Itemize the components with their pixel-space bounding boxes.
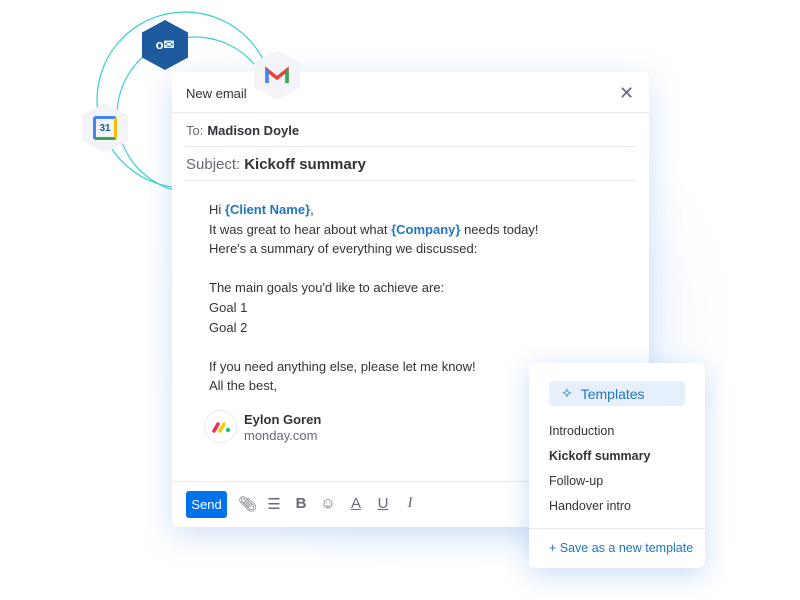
to-value: Madison Doyle — [207, 123, 300, 138]
subject-field[interactable]: Subject: Kickoff summary — [186, 156, 366, 173]
emoji-icon[interactable]: ☺ — [319, 495, 337, 512]
italic-icon[interactable]: I — [401, 495, 419, 512]
to-label: To: — [186, 123, 204, 138]
underline-icon[interactable]: U — [374, 495, 392, 512]
body-text: Here's a summary of everything we discus… — [209, 241, 478, 257]
body-text: , — [310, 202, 314, 217]
company-placeholder: {Company} — [391, 221, 461, 237]
list-icon[interactable]: ☰ — [265, 495, 283, 513]
email-body[interactable]: Hi {Client Name}, It was great to hear a… — [209, 200, 539, 396]
templates-panel: ✧ Templates Introduction Kickoff summary … — [529, 363, 705, 568]
signature-name: Eylon Goren — [244, 412, 322, 427]
body-text: All the best, — [209, 378, 277, 394]
goal-item: Goal 2 — [209, 319, 248, 335]
close-icon[interactable]: ✕ — [619, 83, 634, 104]
subject-value: Kickoff summary — [244, 156, 366, 173]
monday-logo-avatar — [204, 410, 237, 443]
composer-title: New email — [186, 86, 247, 101]
send-button[interactable]: Send — [186, 491, 227, 518]
template-item-selected[interactable]: Kickoff summary — [549, 449, 650, 463]
magic-wand-icon: ✧ — [561, 385, 573, 401]
body-text: If you need anything else, please let me… — [209, 358, 476, 374]
bold-icon[interactable]: B — [292, 495, 310, 512]
body-text: It was great to hear about what — [209, 221, 392, 237]
calendar-day: 31 — [93, 116, 117, 140]
template-item[interactable]: Follow-up — [549, 474, 603, 488]
templates-button[interactable]: ✧ Templates — [549, 381, 685, 406]
client-name-placeholder: {Client Name} — [224, 202, 311, 217]
goal-item: Goal 1 — [209, 299, 248, 315]
divider — [172, 112, 649, 113]
template-item[interactable]: Introduction — [549, 424, 614, 438]
templates-title: Templates — [580, 385, 645, 402]
subject-label: Subject: — [186, 156, 241, 173]
divider — [186, 180, 636, 181]
template-item[interactable]: Handover intro — [549, 499, 631, 513]
divider — [172, 481, 529, 482]
body-text: needs today! — [460, 221, 539, 237]
text-color-icon[interactable]: A — [347, 495, 365, 512]
save-template-link[interactable]: + Save as a new template — [549, 541, 693, 555]
divider — [529, 528, 705, 529]
signature-domain: monday.com — [244, 428, 318, 443]
to-field[interactable]: To: Madison Doyle — [186, 123, 299, 138]
body-text: The main goals you'd like to achieve are… — [209, 280, 445, 296]
attachment-icon[interactable]: 📎︎ — [238, 495, 257, 513]
divider — [186, 146, 636, 147]
body-text: Hi — [209, 202, 225, 217]
